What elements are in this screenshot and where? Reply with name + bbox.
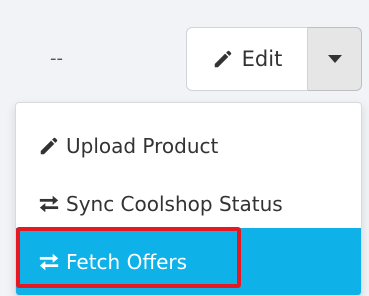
actions-dropdown-menu: Upload Product Sync Coolshop Status Fetc… [15,102,362,296]
pencil-icon [40,137,58,155]
edit-button-group: Edit [186,27,362,91]
menu-item-label: Sync Coolshop Status [66,192,283,216]
menu-item-label: Fetch Offers [66,250,188,274]
edit-button-label: Edit [241,47,283,71]
menu-item-sync-coolshop-status[interactable]: Sync Coolshop Status [16,175,361,233]
menu-item-label: Upload Product [66,134,219,158]
exchange-arrows-icon [39,253,59,271]
edit-dropdown-toggle[interactable] [308,27,362,91]
edit-button[interactable]: Edit [186,27,308,91]
menu-item-fetch-offers[interactable]: Fetch Offers [16,228,361,295]
cell-value: -- [50,48,63,69]
exchange-arrows-icon [39,195,59,213]
caret-down-icon [327,55,342,63]
pencil-icon [214,50,231,68]
menu-item-upload-product[interactable]: Upload Product [16,117,361,175]
